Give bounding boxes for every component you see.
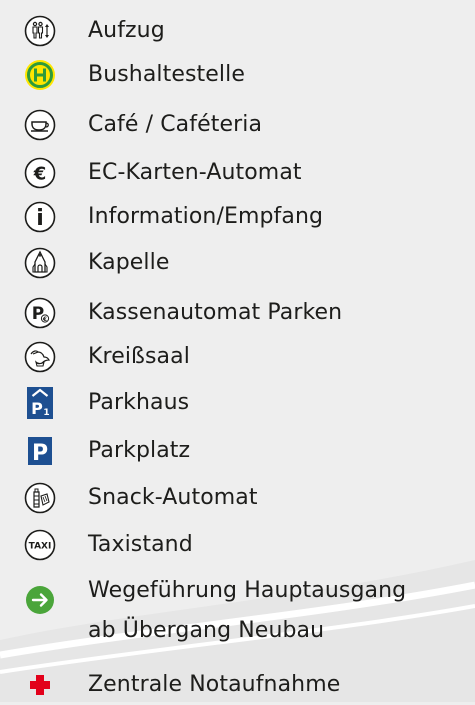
parking-icon: P bbox=[24, 435, 56, 467]
legend-item-information: i Information/Empfang bbox=[0, 197, 475, 237]
legend-label-information: Information/Empfang bbox=[88, 204, 324, 229]
arrow-right-icon bbox=[24, 584, 56, 616]
legend-item-kreisssaal: Kreißsaal bbox=[0, 337, 475, 377]
parking-payment-icon: P € bbox=[24, 297, 56, 329]
svg-text:€: € bbox=[42, 316, 47, 323]
coffee-cup-icon bbox=[24, 109, 56, 141]
legend-label-snack: Snack-Automat bbox=[88, 485, 258, 510]
legend: Aufzug Bushaltestelle Café / Caféteria €… bbox=[0, 0, 475, 702]
legend-item-wegefuehrung: Wegeführung Hauptausgang ab Übergang Neu… bbox=[0, 572, 475, 658]
legend-label-aufzug: Aufzug bbox=[88, 18, 165, 43]
parking-garage-icon: P 1 bbox=[24, 387, 56, 419]
svg-text:i: i bbox=[36, 206, 44, 231]
legend-item-bushaltestelle: Bushaltestelle bbox=[0, 55, 475, 95]
legend-item-notaufnahme: Zentrale Notaufnahme bbox=[0, 665, 475, 705]
legend-label-kreisssaal: Kreißsaal bbox=[88, 344, 190, 369]
svg-text:1: 1 bbox=[43, 408, 49, 418]
svg-text:P: P bbox=[31, 399, 43, 418]
legend-label-kassenautomat: Kassenautomat Parken bbox=[88, 300, 343, 325]
red-cross-icon bbox=[24, 669, 56, 701]
legend-label-wegefuehrung-line1: Wegeführung Hauptausgang bbox=[88, 578, 407, 603]
bus-stop-icon bbox=[24, 59, 56, 91]
snack-machine-icon bbox=[24, 482, 56, 514]
legend-item-parkhaus: P 1 Parkhaus bbox=[0, 383, 475, 423]
legend-item-aufzug: Aufzug bbox=[0, 11, 475, 51]
elevator-icon bbox=[24, 15, 56, 47]
legend-item-kapelle: Kapelle bbox=[0, 243, 475, 283]
chapel-icon bbox=[24, 247, 56, 279]
legend-label-ec-karten: EC-Karten-Automat bbox=[88, 160, 302, 185]
svg-text:€: € bbox=[33, 164, 47, 185]
legend-label-bushaltestelle: Bushaltestelle bbox=[88, 62, 245, 87]
legend-label-parkplatz: Parkplatz bbox=[88, 438, 191, 463]
legend-item-snack: Snack-Automat bbox=[0, 478, 475, 518]
taxi-icon: TAXI bbox=[24, 529, 56, 561]
legend-label-parkhaus: Parkhaus bbox=[88, 390, 190, 415]
legend-item-taxi: TAXI Taxistand bbox=[0, 525, 475, 565]
legend-label-wegefuehrung-line2: ab Übergang Neubau bbox=[88, 618, 325, 643]
info-icon: i bbox=[24, 201, 56, 233]
svg-text:P: P bbox=[32, 441, 48, 466]
legend-label-notaufnahme: Zentrale Notaufnahme bbox=[88, 672, 341, 697]
legend-label-cafe: Café / Caféteria bbox=[88, 112, 263, 137]
stork-icon bbox=[24, 341, 56, 373]
euro-icon: € bbox=[24, 157, 56, 189]
legend-item-cafe: Café / Caféteria bbox=[0, 105, 475, 145]
legend-label-kapelle: Kapelle bbox=[88, 250, 170, 275]
legend-item-ec-karten: € EC-Karten-Automat bbox=[0, 153, 475, 193]
legend-item-kassenautomat: P € Kassenautomat Parken bbox=[0, 293, 475, 333]
legend-item-parkplatz: P Parkplatz bbox=[0, 431, 475, 471]
svg-text:TAXI: TAXI bbox=[29, 542, 52, 552]
legend-label-taxi: Taxistand bbox=[88, 532, 193, 557]
